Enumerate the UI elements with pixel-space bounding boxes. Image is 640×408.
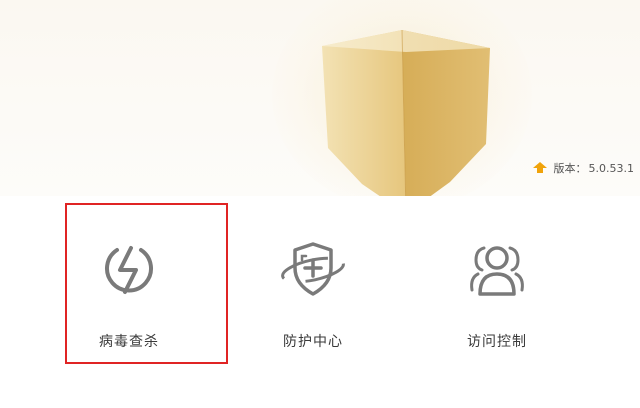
shield-icon [322,29,490,196]
lightning-icon [105,246,153,294]
virus-scan-button[interactable]: 病毒查杀 [54,196,204,366]
access-control-button[interactable]: 访问控制 [422,196,572,366]
version-number: 5.0.53.1 [588,161,634,175]
protection-center-label: 防护中心 [283,334,343,350]
version-label: 版本： [553,162,587,175]
version-info: 版本： 5.0.53.1 [532,160,634,176]
protection-center-button[interactable]: 防护中心 [238,196,388,366]
access-control-label: 访问控制 [467,334,527,350]
virus-scan-label: 病毒查杀 [99,334,159,350]
feature-panel: 病毒查杀 防护中心 访问控制 [0,196,640,408]
users-icon [470,246,524,296]
hero-banner: 版本： 5.0.53.1 [0,0,640,196]
upgrade-arrow-icon [532,162,547,173]
shield-plus-icon [281,242,345,296]
